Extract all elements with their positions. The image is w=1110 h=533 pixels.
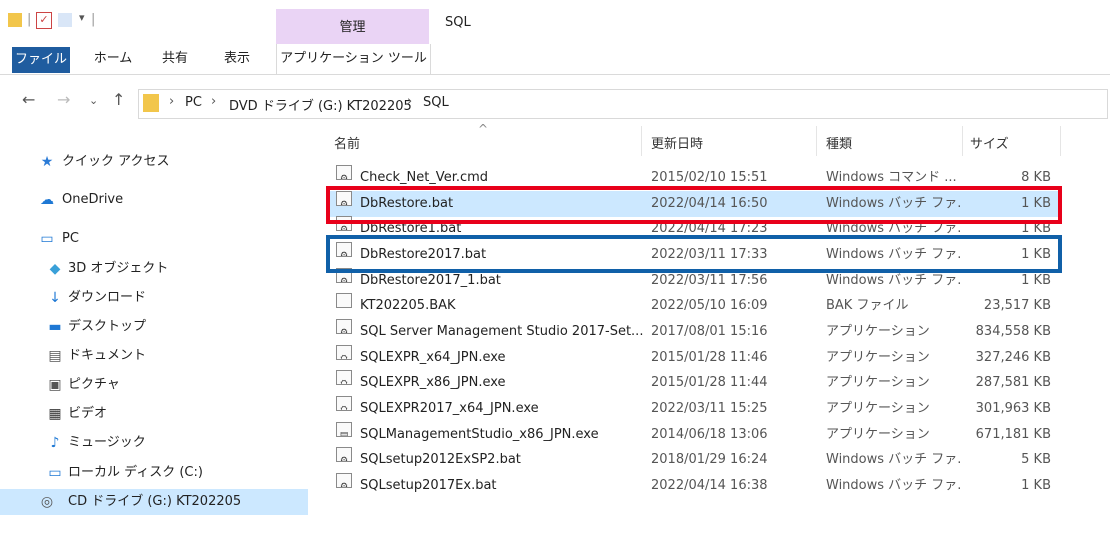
file-date: 2015/01/28 11:44 <box>651 375 768 390</box>
file-size: 327,246 KB <box>975 350 1051 365</box>
file-date: 2015/01/28 11:46 <box>651 350 768 365</box>
file-row[interactable]: ⛭ SQLEXPR_x64_JPN.exe 2015/01/28 11:46 アプリケ… <box>330 345 1060 371</box>
file-row[interactable]: KT202205.BAK 2022/05/10 16:09 BAK ファイル 23,5… <box>330 293 1060 319</box>
installer-icon: ⛭ <box>336 370 352 385</box>
file-row[interactable]: ⚙ SQL Server Management Studio 2017-Set..… <box>330 319 1060 345</box>
file-type: アプリケーション <box>826 427 930 442</box>
file-date: 2022/03/11 15:25 <box>651 401 768 416</box>
file-date: 2022/04/14 16:38 <box>651 478 768 493</box>
file-size: 301,963 KB <box>975 401 1051 416</box>
file-name: KT202205.BAK <box>360 298 456 313</box>
file-size: 1 KB <box>1021 478 1051 493</box>
file-type: Windows バッチ ファ... <box>826 478 960 493</box>
file-row[interactable]: ⚙ SQLsetup2017Ex.bat 2022/04/14 16:38 Windo… <box>330 473 1060 499</box>
file-name: SQLsetup2012ExSP2.bat <box>360 452 521 467</box>
file-name: SQLEXPR2017_x64_JPN.exe <box>360 401 539 416</box>
file-name: SQLManagementStudio_x86_JPN.exe <box>360 427 599 442</box>
file-size: 5 KB <box>1021 452 1051 467</box>
file-size: 287,581 KB <box>975 375 1051 390</box>
file-icon <box>336 293 352 308</box>
file-name: SQLEXPR_x86_JPN.exe <box>360 375 506 390</box>
file-row[interactable]: ▤ SQLManagementStudio_x86_JPN.exe 2014/06/… <box>330 422 1060 448</box>
file-type: アプリケーション <box>826 401 930 416</box>
highlight-box-red <box>326 186 1062 224</box>
file-type: Windows バッチ ファ... <box>826 452 960 467</box>
installer-icon: ⛭ <box>336 345 352 360</box>
file-type: アプリケーション <box>826 324 930 339</box>
file-name: SQLsetup2017Ex.bat <box>360 478 497 493</box>
file-date: 2014/06/18 13:06 <box>651 427 768 442</box>
file-row[interactable]: ⚙ SQLsetup2012ExSP2.bat 2018/01/29 16:24 Wi… <box>330 447 1060 473</box>
file-size: 23,517 KB <box>983 298 1051 313</box>
file-size: 834,558 KB <box>975 324 1051 339</box>
file-date: 2017/08/01 15:16 <box>651 324 768 339</box>
app-icon: ▤ <box>336 422 352 437</box>
file-type: アプリケーション <box>826 350 930 365</box>
file-size: 671,181 KB <box>975 427 1051 442</box>
file-type: BAK ファイル <box>826 298 909 313</box>
bat-icon: ⚙ <box>336 447 352 462</box>
bat-icon: ⚙ <box>336 165 352 180</box>
setup-icon: ⚙ <box>336 319 352 334</box>
file-date: 2022/05/10 16:09 <box>651 298 768 313</box>
file-type: アプリケーション <box>826 375 930 390</box>
highlight-box-blue <box>326 235 1062 273</box>
file-row[interactable]: ⛭ SQLEXPR2017_x64_JPN.exe 2022/03/11 15:25… <box>330 396 1060 422</box>
bat-icon: ⚙ <box>336 473 352 488</box>
file-name: SQLEXPR_x64_JPN.exe <box>360 350 506 365</box>
file-date: 2018/01/29 16:24 <box>651 452 768 467</box>
installer-icon: ⛭ <box>336 396 352 411</box>
file-row[interactable]: ⛭ SQLEXPR_x86_JPN.exe 2015/01/28 11:44 アプリケ… <box>330 370 1060 396</box>
file-name: SQL Server Management Studio 2017-Set... <box>360 324 644 339</box>
